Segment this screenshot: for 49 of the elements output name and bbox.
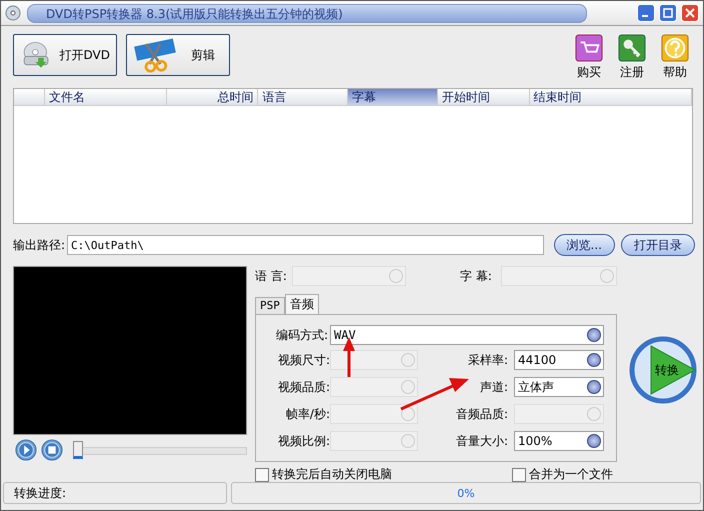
column-header[interactable]: 文件名 [44,89,167,105]
language-label: 语 言: [255,268,288,284]
field-label: 帧率/秒: [284,406,330,422]
toolbar-button[interactable]: 注册 [614,34,650,81]
field-label: 视频尺寸: [276,352,330,368]
codec-label: 编码方式: [274,326,328,344]
dropdown[interactable]: 44100 [514,350,604,370]
scissors-film-icon [133,37,177,73]
field-label: 视频品质: [276,378,330,396]
dropdown[interactable]: 100% [514,431,604,451]
toolbar-button[interactable]: 购买 [571,34,607,81]
tab[interactable]: 音频 [284,294,319,314]
seek-slider[interactable] [73,441,247,459]
column-header[interactable]: 开始时间 [438,89,530,105]
arrow-drawing [342,337,356,379]
toolbar-button[interactable]: 剪辑 [126,34,230,76]
field-label: 音量大小: [454,432,509,450]
convert-button[interactable]: 转换 [629,336,697,404]
toolbar-button[interactable]: 打开DVD [13,34,117,76]
path-button[interactable]: 打开目录 [621,234,695,256]
subtitle-label: 字 幕: [460,268,493,284]
column-header[interactable]: 字幕 [348,89,438,105]
toolbar-button[interactable]: 帮助 [657,34,693,81]
field-label: 声道: [478,378,509,396]
dropdown[interactable]: 立体声 [514,377,604,397]
window-title: DVD转PSP转换器 8.3(试用版只能转换出五分钟的视频) [27,4,587,22]
checkbox[interactable]: 转换完后自动关闭电脑 [255,466,392,483]
path-button[interactable]: 浏览... [554,234,615,256]
key-icon [618,34,646,62]
checkbox[interactable]: 合并为一个文件 [512,466,613,483]
stop-icon[interactable] [41,439,63,461]
app-icon [5,5,21,21]
field-label: 视频比例: [276,432,330,450]
output-path-label: 输出路径: [13,236,66,254]
progress-label: 转换进度: [3,482,227,504]
tab[interactable]: PSP [255,297,285,314]
column-header[interactable]: 总时间 [166,89,258,105]
slider-thumb[interactable] [73,441,83,459]
field-label: 音频品质: [454,406,509,422]
maximize-icon[interactable] [659,4,677,22]
help-icon [661,34,689,62]
close-icon[interactable] [681,4,699,22]
output-path-field[interactable]: C:\OutPath\ [67,235,544,255]
column-header[interactable]: 结束时间 [530,89,692,105]
play-icon[interactable] [15,439,37,461]
cart-icon [575,34,603,62]
field-label: 采样率: [466,352,509,368]
codec-dropdown[interactable]: WAV [330,325,604,345]
minimize-icon[interactable] [637,4,655,22]
